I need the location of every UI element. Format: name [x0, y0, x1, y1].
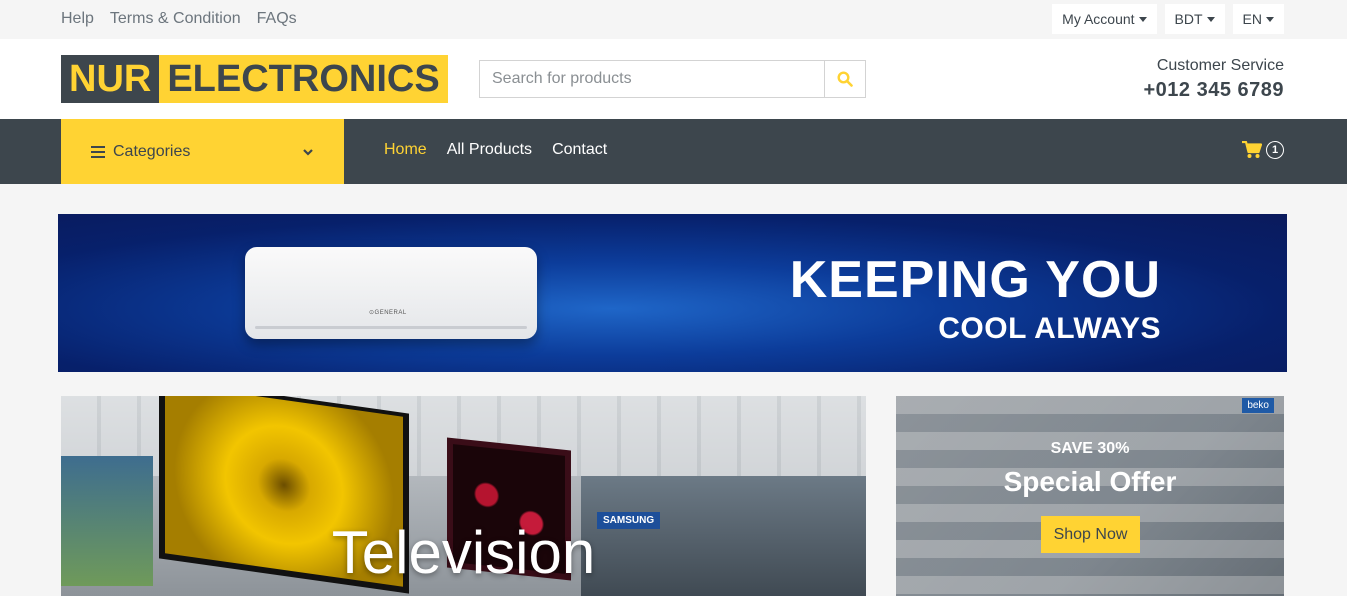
site-logo[interactable]: NUR ELECTRONICS — [61, 55, 448, 103]
cart-button[interactable]: 1 — [1242, 141, 1284, 159]
nav-home[interactable]: Home — [384, 141, 427, 159]
faqs-link[interactable]: FAQs — [257, 10, 297, 28]
nav-contact[interactable]: Contact — [552, 141, 607, 159]
air-conditioner-image: ⊙GENERAL — [245, 247, 537, 339]
cart-count-badge: 1 — [1266, 141, 1284, 159]
currency-dropdown[interactable]: BDT — [1164, 4, 1225, 34]
brand-logo: beko — [1242, 398, 1274, 413]
ac-vent — [255, 326, 527, 329]
help-link[interactable]: Help — [61, 10, 94, 28]
language-dropdown[interactable]: EN — [1232, 4, 1284, 34]
top-bar: Help Terms & Condition FAQs My Account B… — [0, 0, 1347, 39]
search-icon — [837, 71, 853, 87]
header: NUR ELECTRONICS Customer Service +012 34… — [0, 39, 1347, 119]
television-category-card[interactable]: SAMSUNG Television — [61, 396, 866, 596]
caret-down-icon — [1266, 16, 1274, 22]
logo-part1: NUR — [61, 55, 160, 103]
top-dropdowns: My Account BDT EN — [1052, 4, 1284, 34]
caret-down-icon — [1206, 16, 1215, 22]
chevron-down-icon — [303, 148, 313, 156]
shopping-cart-icon — [1242, 141, 1262, 158]
my-account-dropdown[interactable]: My Account — [1052, 4, 1157, 34]
nav-all-products[interactable]: All Products — [447, 141, 532, 159]
customer-service-phone: +012 345 6789 — [1143, 79, 1284, 101]
banner-headline: KEEPING YOU — [789, 251, 1161, 309]
currency-label: BDT — [1174, 11, 1203, 27]
search-input[interactable] — [480, 61, 824, 97]
ac-brand-label: ⊙GENERAL — [369, 310, 407, 316]
customer-service: Customer Service +012 345 6789 — [1143, 57, 1284, 102]
offer-discount: SAVE 30% — [1050, 440, 1130, 457]
top-links: Help Terms & Condition FAQs — [61, 10, 297, 28]
main-nav: Categories Home All Products Contact 1 — [0, 119, 1347, 184]
hero-banner[interactable]: ⊙GENERAL KEEPING YOU COOL ALWAYS — [58, 214, 1287, 372]
categories-toggle[interactable]: Categories — [61, 119, 344, 184]
bars-icon — [91, 145, 105, 158]
categories-label: Categories — [113, 142, 191, 160]
language-label: EN — [1242, 11, 1262, 27]
search-form — [479, 60, 866, 98]
caret-down-icon — [1138, 16, 1147, 22]
logo-part2: ELECTRONICS — [159, 55, 448, 103]
customer-service-label: Customer Service — [1156, 57, 1284, 74]
shop-now-button[interactable]: Shop Now — [1041, 516, 1140, 553]
offer-title: Special Offer — [1003, 466, 1177, 497]
my-account-label: My Account — [1062, 11, 1135, 27]
television-title: Television — [331, 519, 596, 586]
special-offer-card: beko SAVE 30% Special Offer Shop Now — [896, 396, 1284, 596]
nav-links: Home All Products Contact — [384, 141, 607, 159]
search-button[interactable] — [824, 61, 865, 97]
banner-subheadline: COOL ALWAYS — [938, 312, 1161, 345]
terms-link[interactable]: Terms & Condition — [110, 10, 241, 28]
